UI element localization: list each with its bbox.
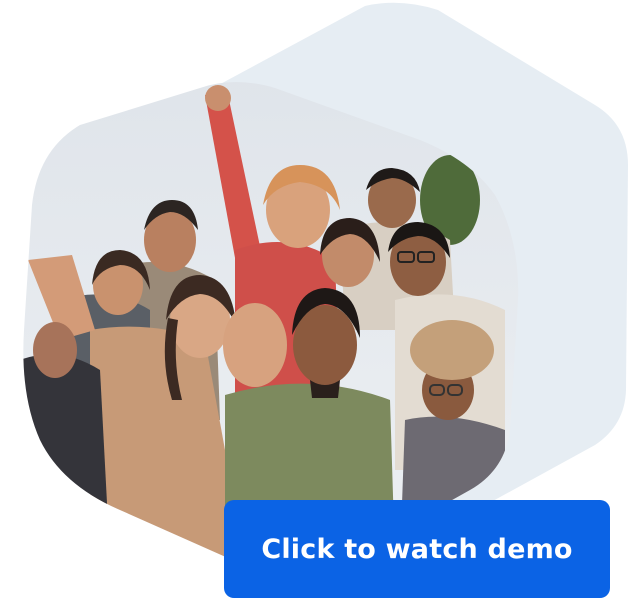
demo-promo: Click to watch demo xyxy=(0,0,641,599)
watch-demo-button[interactable]: Click to watch demo xyxy=(224,500,610,598)
